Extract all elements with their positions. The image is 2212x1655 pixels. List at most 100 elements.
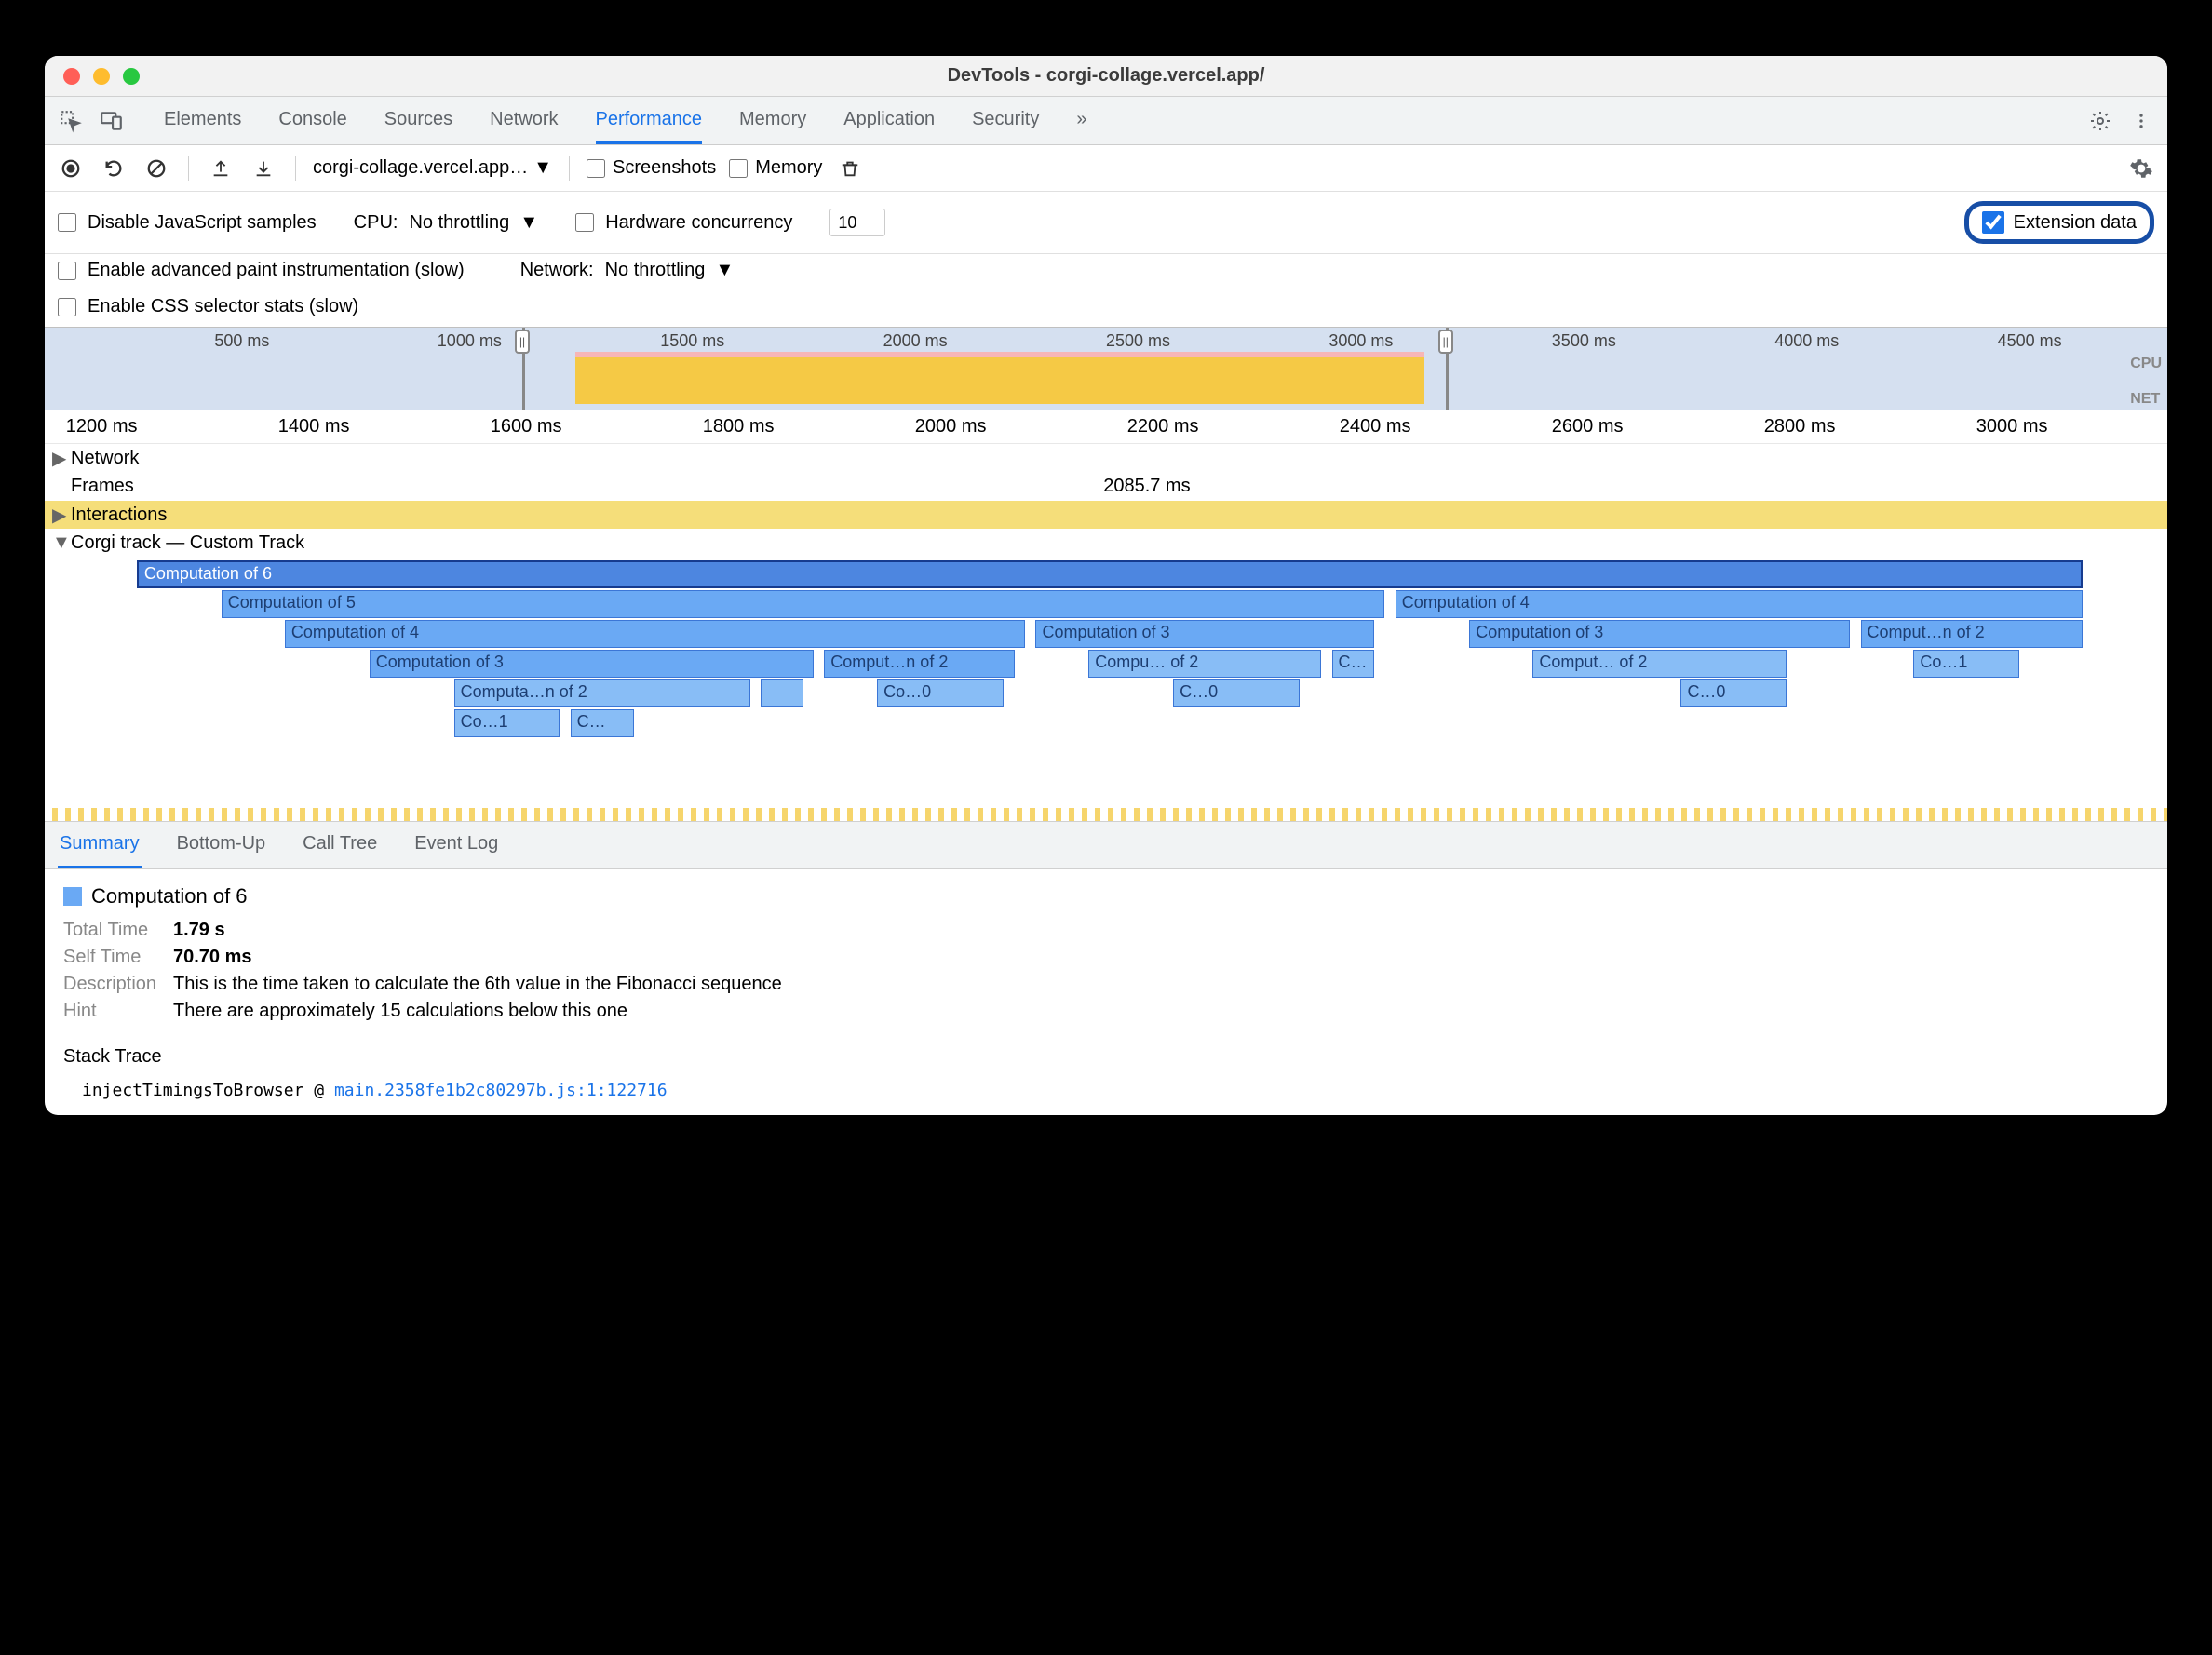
capture-settings-icon[interactable]: [2126, 154, 2156, 183]
flame-bar[interactable]: Co…0: [877, 679, 1004, 707]
extension-data-checkbox[interactable]: Extension data: [1964, 201, 2154, 244]
flame-bar[interactable]: Computation of 5: [222, 590, 1385, 618]
flame-bar[interactable]: Comput…n of 2: [824, 650, 1014, 678]
self-time-value: 70.70 ms: [173, 947, 252, 968]
detail-tab-call-tree[interactable]: Call Tree: [301, 822, 379, 868]
stack-source-link[interactable]: main.2358fe1b2c80297b.js:1:122716: [334, 1081, 668, 1100]
track-interactions[interactable]: ▶Interactions: [45, 501, 2167, 529]
ruler-tick: 1600 ms: [491, 416, 562, 437]
tabs-overflow[interactable]: »: [1076, 98, 1086, 144]
ruler-tick: 3000 ms: [1976, 416, 2048, 437]
devtools-tabbar: Elements Console Sources Network Perform…: [45, 97, 2167, 145]
devtools-window: DevTools - corgi-collage.vercel.app/ Ele…: [45, 56, 2167, 1115]
screenshots-checkbox[interactable]: Screenshots: [587, 157, 716, 179]
gear-icon[interactable]: [2084, 104, 2117, 138]
track-network[interactable]: ▶Network: [45, 444, 2167, 472]
tab-sources[interactable]: Sources: [384, 98, 452, 144]
reload-icon[interactable]: [99, 154, 128, 183]
flame-bar[interactable]: [761, 679, 803, 707]
timeline-ruler[interactable]: 1200 ms 1400 ms 1600 ms 1800 ms 2000 ms …: [45, 410, 2167, 444]
flame-bar[interactable]: Co…1: [454, 709, 560, 737]
tab-elements[interactable]: Elements: [164, 98, 241, 144]
overview-net-label: NET: [2130, 391, 2162, 408]
hardware-concurrency-input[interactable]: [830, 209, 885, 236]
device-toggle-icon[interactable]: [95, 104, 128, 138]
track-frames[interactable]: Frames2085.7 ms: [45, 472, 2167, 501]
flame-bar[interactable]: C…0: [1680, 679, 1787, 707]
performance-toolbar: corgi-collage.vercel.app…▼ Screenshots M…: [45, 145, 2167, 192]
clear-icon[interactable]: [142, 154, 171, 183]
flame-bar[interactable]: Co…1: [1913, 650, 2019, 678]
flame-bar[interactable]: Compu… of 2: [1088, 650, 1321, 678]
recording-label: corgi-collage.vercel.app…: [313, 157, 528, 179]
flame-chart[interactable]: Computation of 6 Computation of 5 Comput…: [45, 560, 2167, 821]
overview-tick: 3500 ms: [1552, 331, 1616, 351]
overview-tick: 2500 ms: [1106, 331, 1170, 351]
overview-handle-right[interactable]: ||: [1446, 328, 1449, 410]
total-time-value: 1.79 s: [173, 920, 225, 941]
ruler-tick: 2000 ms: [915, 416, 987, 437]
overview-timeline[interactable]: 500 ms 1000 ms 1500 ms 2000 ms 2500 ms 3…: [45, 327, 2167, 410]
capture-settings-row1: Disable JavaScript samples CPU: No throt…: [45, 192, 2167, 254]
disable-js-samples-checkbox[interactable]: Disable JavaScript samples: [58, 212, 317, 234]
detail-tab-bottom-up[interactable]: Bottom-Up: [175, 822, 268, 868]
inspect-element-icon[interactable]: [54, 104, 88, 138]
capture-settings-row3: Enable CSS selector stats (slow): [45, 290, 2167, 327]
flame-bar[interactable]: Computation of 3: [1469, 620, 1850, 648]
flame-bar[interactable]: C…: [571, 709, 634, 737]
overview-tick: 500 ms: [214, 331, 269, 351]
track-custom-header[interactable]: ▼Corgi track — Custom Track: [45, 529, 2167, 557]
summary-panel: Computation of 6 Total Time1.79 s Self T…: [45, 869, 2167, 1115]
flame-bar[interactable]: Computation of 3: [370, 650, 814, 678]
tab-security[interactable]: Security: [972, 98, 1039, 144]
detail-tab-summary[interactable]: Summary: [58, 822, 142, 868]
color-swatch: [63, 887, 82, 906]
ruler-tick: 2400 ms: [1340, 416, 1411, 437]
hardware-concurrency-checkbox[interactable]: Hardware concurrency: [575, 212, 792, 234]
gc-icon[interactable]: [835, 154, 865, 183]
tab-performance[interactable]: Performance: [596, 98, 703, 144]
upload-icon[interactable]: [206, 154, 236, 183]
detail-tabbar: Summary Bottom-Up Call Tree Event Log: [45, 821, 2167, 869]
overview-tick: 3000 ms: [1329, 331, 1393, 351]
overview-tick: 1000 ms: [438, 331, 502, 351]
flame-bar[interactable]: C…: [1332, 650, 1374, 678]
css-selector-stats-checkbox[interactable]: Enable CSS selector stats (slow): [58, 296, 358, 317]
network-throttle-select[interactable]: Network: No throttling ▼: [520, 260, 735, 281]
cpu-throttle-select[interactable]: CPU: No throttling ▼: [354, 212, 539, 234]
detail-tab-event-log[interactable]: Event Log: [412, 822, 500, 868]
download-icon[interactable]: [249, 154, 278, 183]
ruler-tick: 2800 ms: [1764, 416, 1836, 437]
overview-tick: 1500 ms: [660, 331, 724, 351]
tab-memory[interactable]: Memory: [739, 98, 806, 144]
memory-checkbox[interactable]: Memory: [729, 157, 822, 179]
tab-network[interactable]: Network: [490, 98, 558, 144]
flame-bar[interactable]: Computation of 3: [1035, 620, 1374, 648]
titlebar: DevTools - corgi-collage.vercel.app/: [45, 56, 2167, 97]
flame-bar[interactable]: Computa…n of 2: [454, 679, 750, 707]
summary-title: Computation of 6: [63, 884, 2149, 908]
tab-application[interactable]: Application: [843, 98, 935, 144]
hint-value: There are approximately 15 calculations …: [173, 1001, 627, 1022]
stack-trace-heading: Stack Trace: [63, 1046, 2149, 1068]
capture-settings-row2: Enable advanced paint instrumentation (s…: [45, 254, 2167, 290]
ruler-tick: 1400 ms: [278, 416, 350, 437]
flame-bar[interactable]: Comput… of 2: [1532, 650, 1787, 678]
flame-bar[interactable]: C…0: [1173, 679, 1300, 707]
ruler-tick: 2600 ms: [1552, 416, 1624, 437]
ruler-tick: 1200 ms: [66, 416, 138, 437]
tab-console[interactable]: Console: [278, 98, 346, 144]
flame-bar[interactable]: Computation of 4: [1396, 590, 2083, 618]
overview-handle-left[interactable]: ||: [522, 328, 525, 410]
flame-bar[interactable]: Computation of 6: [137, 560, 2083, 588]
flame-bar[interactable]: Comput…n of 2: [1861, 620, 2084, 648]
ruler-tick: 2200 ms: [1127, 416, 1199, 437]
flame-bar[interactable]: Computation of 4: [285, 620, 1025, 648]
advanced-paint-checkbox[interactable]: Enable advanced paint instrumentation (s…: [58, 260, 465, 281]
description-value: This is the time taken to calculate the …: [173, 974, 782, 995]
overview-tick: 2000 ms: [883, 331, 948, 351]
kebab-menu-icon[interactable]: [2124, 104, 2158, 138]
ruler-tick: 1800 ms: [703, 416, 775, 437]
record-icon[interactable]: [56, 154, 86, 183]
recording-selector[interactable]: corgi-collage.vercel.app…▼: [313, 157, 552, 179]
